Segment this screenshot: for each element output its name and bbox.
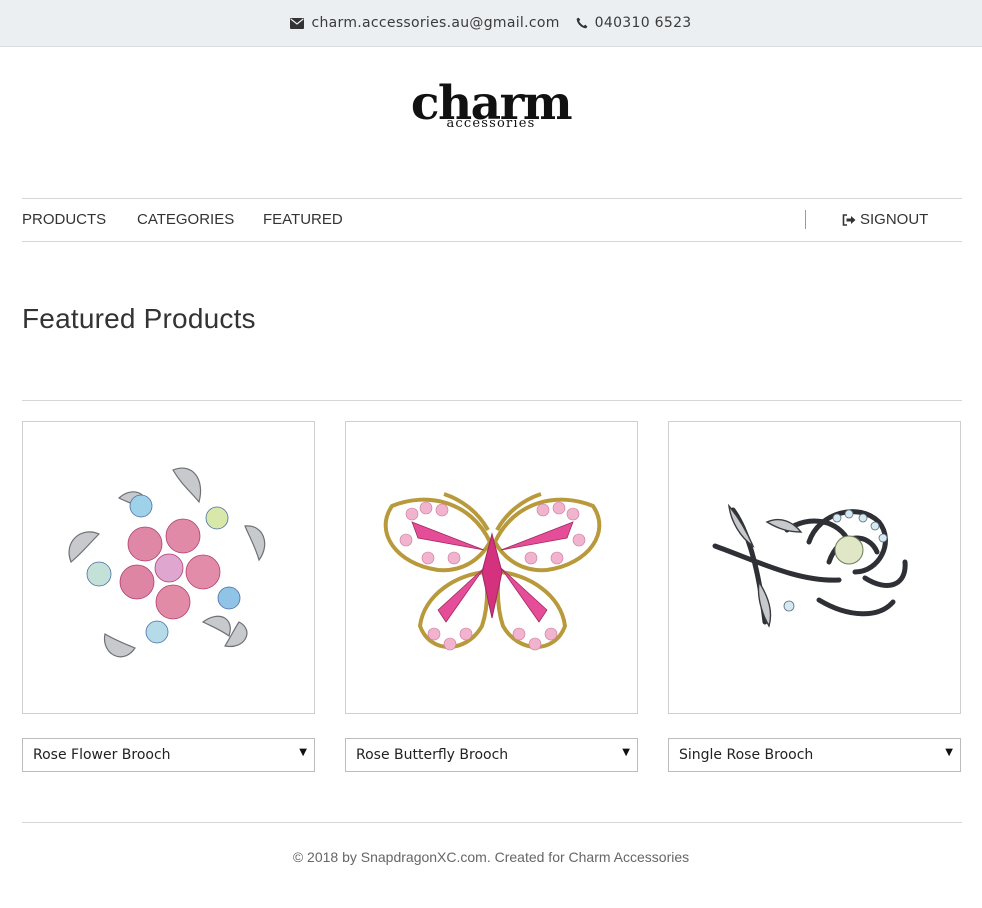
chevron-down-icon: ▼: [945, 747, 953, 758]
signout-link[interactable]: SIGNOUT: [842, 211, 928, 228]
product-card-single-rose[interactable]: [668, 421, 961, 714]
chevron-down-icon: ▼: [299, 747, 307, 758]
product-select-3[interactable]: Single Rose Brooch ▼: [668, 738, 961, 772]
title-divider: [22, 400, 962, 401]
logo-subtitle: accessories: [446, 116, 536, 131]
chevron-down-icon: ▼: [622, 747, 630, 758]
page-title: Featured Products: [22, 303, 256, 334]
nav-products[interactable]: PRODUCTS: [22, 211, 106, 228]
phone-contact[interactable]: 040310 6523: [576, 15, 692, 31]
product-select-value: Rose Butterfly Brooch: [356, 747, 509, 763]
email-contact[interactable]: charm.accessories.au@gmail.com: [290, 15, 559, 31]
product-select-value: Rose Flower Brooch: [33, 747, 171, 763]
product-select-value: Single Rose Brooch: [679, 747, 814, 763]
phone-text[interactable]: 040310 6523: [595, 15, 692, 31]
rose-brooch-image: [712, 503, 908, 628]
signout-label[interactable]: SIGNOUT: [860, 211, 928, 228]
nav-categories[interactable]: CATEGORIES: [137, 211, 234, 228]
footer-divider: [22, 822, 962, 823]
flower-brooch-image: [68, 467, 266, 658]
contact-bar: charm.accessories.au@gmail.com 040310 65…: [0, 0, 982, 47]
butterfly-brooch-image: [383, 492, 602, 651]
product-card-rose-butterfly[interactable]: [345, 421, 638, 714]
site-logo[interactable]: charm accessories: [0, 80, 982, 132]
main-nav: PRODUCTS CATEGORIES FEATURED SIGNOUT: [22, 198, 962, 242]
email-text[interactable]: charm.accessories.au@gmail.com: [311, 15, 559, 31]
footer-copyright: © 2018 by SnapdragonXC.com. Created for …: [292, 849, 690, 865]
product-select-2[interactable]: Rose Butterfly Brooch ▼: [345, 738, 638, 772]
product-select-1[interactable]: Rose Flower Brooch ▼: [22, 738, 315, 772]
nav-featured[interactable]: FEATURED: [263, 211, 343, 228]
phone-icon: [576, 17, 588, 29]
envelope-icon: [290, 17, 305, 29]
nav-divider: [805, 210, 806, 229]
sign-out-icon: [842, 213, 856, 226]
product-card-rose-flower[interactable]: [22, 421, 315, 714]
